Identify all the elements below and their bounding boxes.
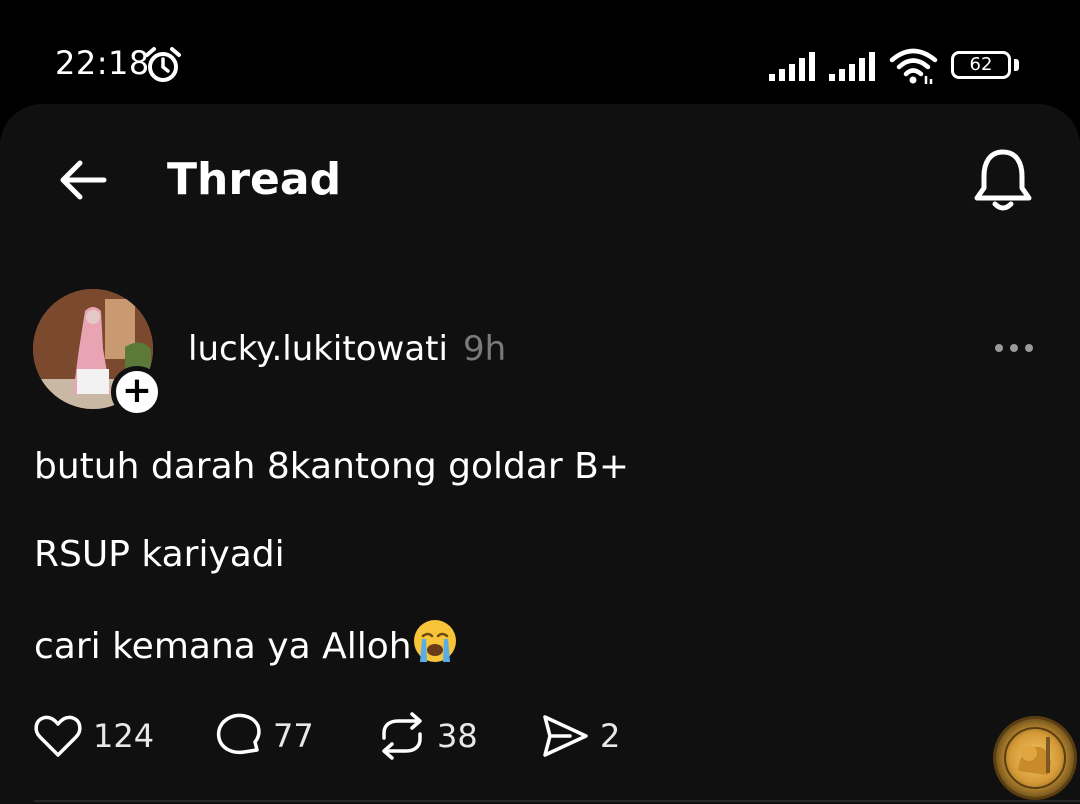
repost-count: 38 bbox=[437, 717, 478, 755]
floating-logo-badge[interactable] bbox=[993, 716, 1077, 800]
share-button[interactable]: 2 bbox=[540, 708, 620, 764]
divider bbox=[34, 800, 1080, 802]
repost-icon bbox=[382, 712, 422, 760]
back-arrow-icon[interactable] bbox=[52, 150, 112, 210]
wifi-icon bbox=[889, 48, 938, 84]
post-text-line-3: cari kemana ya Alloh bbox=[34, 618, 458, 672]
comment-icon bbox=[216, 713, 261, 755]
plus-icon: + bbox=[121, 370, 153, 411]
signal-icon bbox=[769, 52, 815, 81]
like-button[interactable]: 124 bbox=[33, 708, 154, 764]
repost-button[interactable]: 38 bbox=[377, 708, 478, 764]
crying-face-emoji bbox=[413, 620, 456, 662]
battery-icon: 62 bbox=[951, 51, 1011, 79]
lion-emblem-icon bbox=[1004, 727, 1066, 789]
page-title: Thread bbox=[167, 154, 342, 205]
status-time: 22:18 bbox=[55, 44, 150, 82]
reply-button[interactable]: 77 bbox=[213, 708, 314, 764]
more-icon[interactable] bbox=[990, 334, 1040, 364]
heart-icon bbox=[34, 715, 82, 757]
send-icon bbox=[543, 715, 588, 757]
reply-count: 77 bbox=[273, 717, 314, 755]
post-text-line-3-text: cari kemana ya Alloh bbox=[34, 626, 412, 667]
like-count: 124 bbox=[93, 717, 155, 755]
status-bar: 22:18 62 bbox=[0, 0, 1080, 104]
alarm-icon bbox=[145, 47, 181, 82]
share-count: 2 bbox=[600, 717, 621, 755]
bell-icon[interactable] bbox=[970, 146, 1036, 216]
post-text-line-1: butuh darah 8kantong goldar B+ bbox=[34, 446, 630, 487]
post-timestamp: 9h bbox=[463, 329, 507, 369]
signal-icon-2 bbox=[829, 52, 875, 81]
battery-tip bbox=[1014, 59, 1019, 71]
follow-plus-button[interactable]: + bbox=[111, 366, 163, 418]
post-username[interactable]: lucky.lukitowati bbox=[188, 326, 448, 372]
post-text-line-2: RSUP kariyadi bbox=[34, 534, 285, 575]
